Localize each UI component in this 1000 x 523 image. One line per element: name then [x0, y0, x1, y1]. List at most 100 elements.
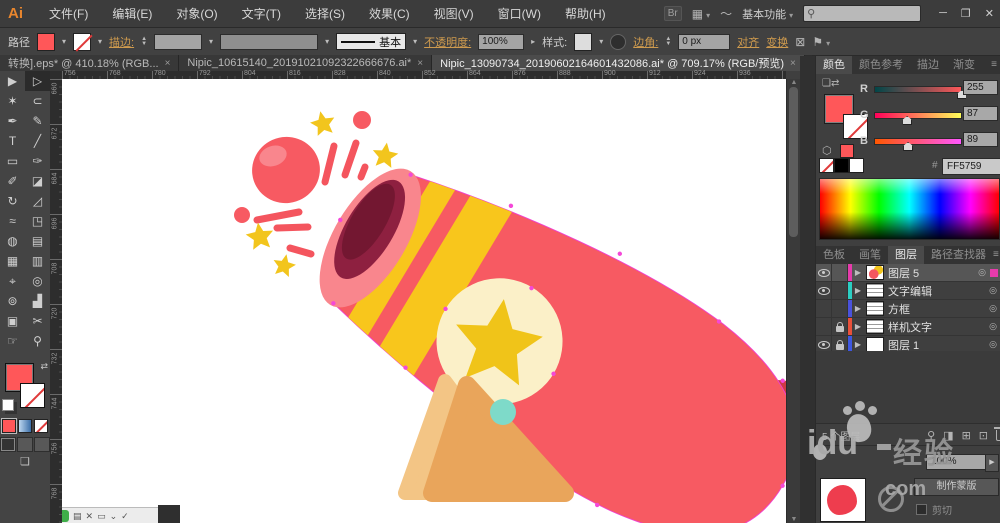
default-swatches-icon[interactable]	[2, 399, 14, 411]
workspace-switcher[interactable]: 基本功能 ▾	[742, 6, 793, 22]
none-swatch[interactable]	[819, 158, 834, 173]
locate-object-icon[interactable]: ⚲	[927, 429, 935, 442]
brush-definition[interactable]: 基本	[336, 33, 407, 50]
document-tab-2[interactable]: Nipic_13090734_20190602164601432086.ai* …	[432, 55, 805, 71]
gamut-warning-icon[interactable]: ⬡	[822, 144, 832, 157]
expand-icon[interactable]: ▶	[852, 286, 864, 295]
lock-toggle[interactable]	[832, 300, 848, 317]
delete-layer-icon[interactable]	[994, 426, 1000, 441]
menu-item-1[interactable]: 编辑(E)	[100, 1, 164, 27]
draw-normal-button[interactable]	[0, 437, 16, 452]
stroke-color-proxy[interactable]	[20, 383, 45, 408]
search-input[interactable]: ⚲	[803, 5, 922, 22]
bridge-button[interactable]: Br	[663, 6, 682, 21]
layer-row-3[interactable]: ▶ 样机文字 ◎	[816, 318, 1000, 336]
hand-tool[interactable]: ☞	[0, 331, 25, 351]
style-swatch[interactable]	[574, 32, 593, 51]
fill-swatch[interactable]	[37, 32, 55, 51]
menu-item-8[interactable]: 帮助(H)	[553, 1, 618, 27]
opacity-link[interactable]: 不透明度:	[424, 34, 471, 50]
channel-slider[interactable]	[874, 138, 962, 145]
expand-icon[interactable]: ▶	[852, 268, 864, 277]
tab-color-2[interactable]: 描边	[910, 56, 946, 74]
channel-value-field[interactable]: 87	[963, 106, 998, 121]
rotate-tool[interactable]: ↻	[0, 191, 25, 211]
zoom-tool[interactable]: ⚲	[25, 331, 50, 351]
slice-tool[interactable]: ✂	[25, 311, 50, 331]
tab-color-1[interactable]: 颜色参考	[852, 56, 910, 74]
target-icon[interactable]: ◎	[974, 267, 990, 278]
symbol-sprayer-tool[interactable]: ⊚	[0, 291, 25, 311]
visibility-toggle[interactable]	[816, 282, 832, 299]
visibility-toggle[interactable]	[816, 300, 832, 317]
menu-item-3[interactable]: 文字(T)	[230, 1, 293, 27]
direct-selection-tool[interactable]: ▷	[25, 71, 50, 91]
scrollbar-thumb[interactable]	[789, 87, 798, 237]
variable-width-profile[interactable]	[220, 33, 319, 50]
channel-value-field[interactable]: 255	[963, 80, 998, 95]
blend-tool[interactable]: ◎	[25, 271, 50, 291]
layer-row-2[interactable]: ▶ 方框 ◎	[816, 300, 1000, 318]
column-graph-tool[interactable]: ▟	[25, 291, 50, 311]
tab-panel-2[interactable]: 图层	[888, 246, 924, 264]
target-icon[interactable]: ◎	[985, 321, 1000, 332]
panel-menu-icon[interactable]: ≡	[991, 56, 1000, 74]
target-icon[interactable]: ◎	[985, 303, 1000, 314]
corner-field[interactable]: 0 px	[678, 33, 731, 50]
opacity-field[interactable]: 100%	[478, 33, 525, 50]
channel-slider[interactable]	[874, 86, 962, 93]
touch-workspace-icon[interactable]: 〜	[720, 5, 732, 22]
isolate-icon[interactable]: ⊠	[795, 35, 805, 49]
tab-close-icon[interactable]: ×	[165, 58, 171, 69]
pen-tool[interactable]: ✒	[0, 111, 25, 131]
line-segment-tool[interactable]: ╱	[25, 131, 50, 151]
expand-icon[interactable]: ▶	[852, 304, 864, 313]
menu-item-7[interactable]: 窗口(W)	[486, 1, 553, 27]
color-spectrum[interactable]	[819, 178, 1000, 240]
paintbrush-tool[interactable]: ✑	[25, 151, 50, 171]
app-logo[interactable]: Ai	[8, 5, 23, 22]
menu-item-6[interactable]: 视图(V)	[422, 1, 486, 27]
transparency-opacity-arrow[interactable]: ▶	[985, 454, 999, 472]
mesh-tool[interactable]: ▦	[0, 251, 25, 271]
align-link[interactable]: 对齐	[737, 34, 759, 50]
visibility-toggle[interactable]	[816, 318, 832, 335]
draw-inside-button[interactable]	[34, 437, 50, 452]
artboard-tool[interactable]: ▣	[0, 311, 25, 331]
none-mode-button[interactable]	[34, 419, 48, 433]
menu-item-4[interactable]: 选择(S)	[293, 1, 357, 27]
transform-link[interactable]: 变换	[766, 34, 788, 50]
draw-behind-button[interactable]	[17, 437, 33, 452]
expand-icon[interactable]: ▶	[852, 322, 864, 331]
eraser-tool[interactable]: ◪	[25, 171, 50, 191]
stroke-weight-stepper[interactable]: ▲ ▼	[141, 36, 147, 47]
free-transform-tool[interactable]: ◳	[25, 211, 50, 231]
tab-close-icon[interactable]: ×	[790, 58, 796, 69]
white-swatch[interactable]	[849, 158, 864, 173]
tab-color-3[interactable]: 渐变	[946, 56, 982, 74]
tab-close-icon[interactable]: ×	[417, 58, 423, 69]
menu-item-0[interactable]: 文件(F)	[37, 1, 100, 27]
pencil-tool[interactable]: ✐	[0, 171, 25, 191]
close-button[interactable]: ✕	[985, 7, 994, 20]
tab-panel-1[interactable]: 画笔	[852, 246, 888, 264]
new-sublayer-icon[interactable]: ⊞	[962, 429, 971, 442]
lasso-tool[interactable]: ⊂	[25, 91, 50, 111]
lock-toggle[interactable]	[832, 264, 848, 281]
lock-toggle[interactable]	[832, 318, 848, 335]
eyedropper-tool[interactable]: ⌖	[0, 271, 25, 291]
black-swatch[interactable]	[834, 158, 849, 173]
gradient-mode-button[interactable]	[18, 419, 32, 433]
document-tab-1[interactable]: Nipic_10615140_20191021092322666676.ai* ×	[179, 55, 433, 71]
color-mode-button[interactable]	[1, 418, 17, 434]
perspective-grid-tool[interactable]: ▤	[25, 231, 50, 251]
lock-toggle[interactable]	[832, 282, 848, 299]
corner-link[interactable]: 边角:	[633, 34, 658, 50]
vertical-scrollbar[interactable]: ▲ ▼	[786, 79, 801, 523]
corner-stepper[interactable]: ▲ ▼	[665, 36, 671, 47]
new-layer-icon[interactable]: ⊡	[979, 429, 988, 442]
target-icon[interactable]: ◎	[985, 339, 1000, 350]
preferences-flag-icon[interactable]: ⚑ ▾	[812, 35, 830, 49]
recolor-artwork-icon[interactable]	[610, 33, 627, 50]
panel-menu-icon[interactable]: ≡	[993, 246, 1000, 264]
